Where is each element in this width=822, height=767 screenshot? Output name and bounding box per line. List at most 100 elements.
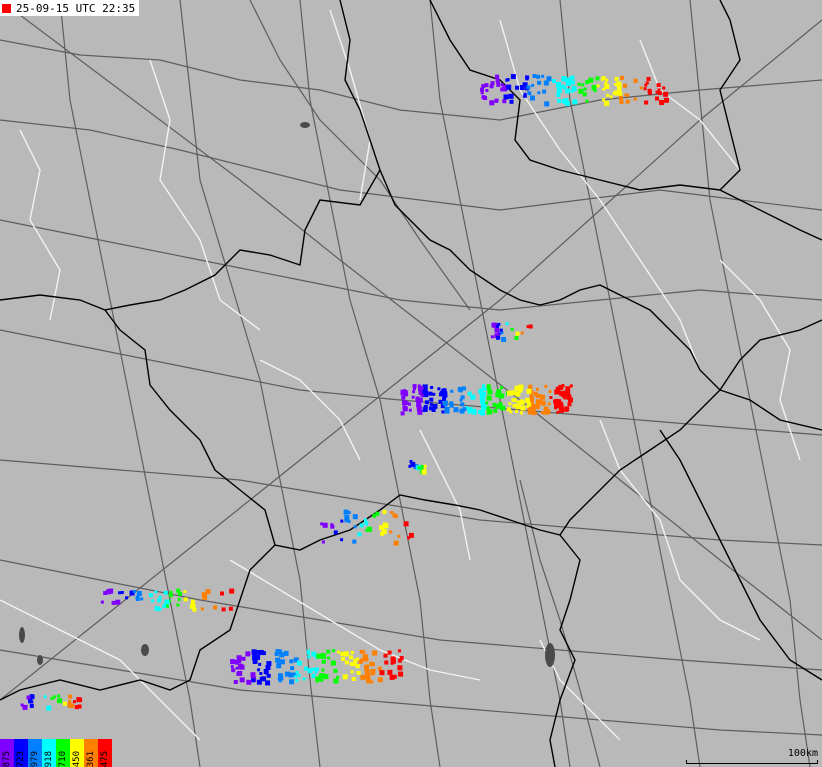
strike-marker [77,704,82,709]
strike-marker [297,674,301,677]
strike-marker [559,390,565,396]
strike-marker [664,97,669,103]
strike-marker [229,588,235,594]
strike-marker [365,678,371,684]
strike-marker [545,409,551,415]
strike-marker [515,391,521,397]
strike-marker [29,703,34,708]
strike-marker [392,513,397,518]
strike-marker [429,397,434,402]
strike-marker [566,81,571,86]
strike-marker [577,82,581,86]
strike-marker [449,401,454,406]
strike-marker [530,397,534,402]
strike-marker [353,658,358,663]
strike-marker [605,78,609,82]
strike-marker [397,665,403,671]
strike-marker [565,98,569,102]
strike-marker [57,698,63,704]
strike-marker [444,408,450,414]
strike-marker [544,384,548,388]
strike-marker [307,651,310,655]
legend-cell: 918 [42,739,56,767]
strike-marker [432,392,436,396]
strike-marker [663,92,667,96]
strike-marker [481,404,487,410]
strike-marker [200,607,204,611]
strike-marker [140,597,144,601]
strike-marker [480,87,484,92]
timestamp-label: 25-09-15 UTC 22:35 [16,1,136,15]
strike-marker [526,388,532,394]
strike-marker [479,410,483,414]
strike-marker [169,590,173,594]
strike-marker [424,400,429,405]
strike-marker [326,649,331,654]
strike-marker [572,99,578,105]
strike-marker [505,322,509,326]
strike-marker [417,397,423,403]
strike-marker [548,390,552,394]
lightning-map [0,0,822,767]
strike-marker [570,75,575,80]
strike-marker [581,83,585,87]
strike-marker [397,658,402,663]
legend-label: 723 [16,750,26,767]
strike-marker [506,84,512,90]
strike-marker [236,672,241,676]
strike-marker [563,396,567,400]
strike-marker [480,91,484,95]
strike-marker [483,96,488,100]
strike-marker [442,388,447,393]
strike-marker [656,83,661,88]
strike-marker [614,76,619,81]
strike-marker [266,661,272,667]
strike-marker [233,680,238,684]
strike-marker [400,411,405,416]
strike-marker [344,660,349,665]
strike-marker [460,402,465,407]
strike-marker [600,77,604,81]
strike-marker [508,402,512,406]
strike-marker [340,519,344,523]
strike-marker [557,399,562,404]
strike-marker [125,596,129,600]
strike-marker [383,653,388,658]
legend-label: 450 [72,750,82,767]
strike-marker [318,673,323,678]
strike-marker [350,651,354,654]
strike-marker [351,677,356,681]
strike-marker [541,74,545,78]
strike-marker-icon [2,3,11,13]
strike-marker [68,694,73,699]
strike-marker [549,396,553,399]
strike-marker [377,677,383,683]
strike-marker [183,597,188,602]
strike-marker [592,84,596,88]
strike-marker [496,335,501,340]
strike-marker [526,85,531,90]
strike-marker [330,524,335,529]
strike-marker [46,705,52,711]
strike-marker [644,100,649,105]
strike-marker [566,396,570,400]
strike-marker [283,650,289,656]
strike-marker [488,411,492,415]
strike-marker [321,668,325,672]
strike-marker [578,88,584,94]
legend-label: 475 [100,750,110,767]
strike-marker [393,540,399,546]
strike-marker [602,98,606,102]
strike-marker [323,674,329,680]
strike-marker [106,589,111,595]
strike-marker [462,386,466,391]
strike-marker [403,393,407,397]
strike-marker [332,662,336,666]
strike-marker [437,387,441,391]
strike-marker [412,390,416,394]
strike-marker [52,695,56,699]
strike-marker [67,702,73,708]
strike-marker [468,407,473,412]
strike-marker [256,679,262,685]
strike-marker [355,664,360,669]
